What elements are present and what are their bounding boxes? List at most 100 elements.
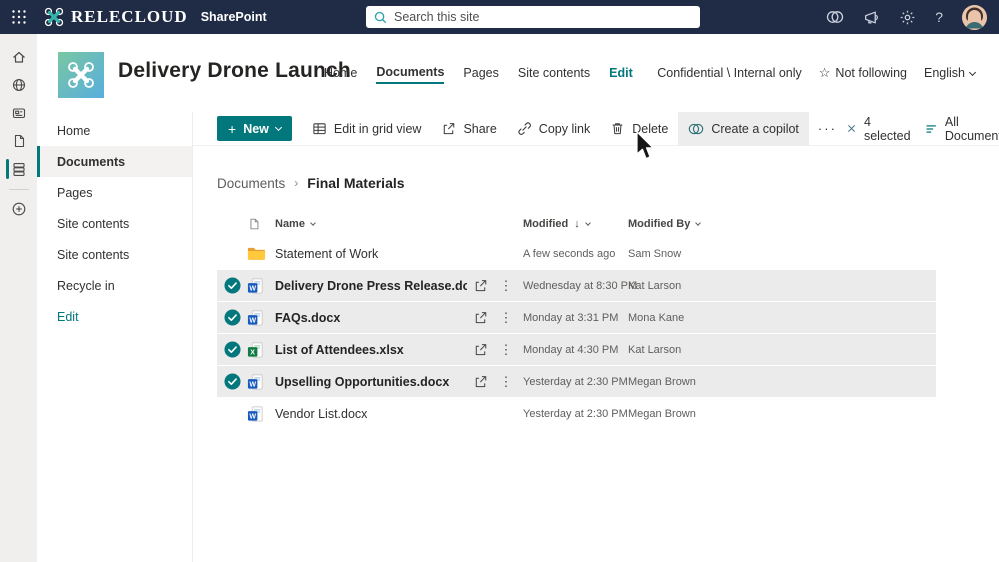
help-icon[interactable]: ? xyxy=(935,9,943,25)
file-name[interactable]: FAQs.docx xyxy=(275,311,340,325)
rail-add-icon[interactable] xyxy=(0,195,37,223)
sidebar-item-documents[interactable]: Documents xyxy=(37,146,192,177)
relecloud-logo[interactable]: RELECLOUD xyxy=(44,7,188,27)
follow-button[interactable]: ☆ Not following xyxy=(819,65,907,81)
action-label: Copy link xyxy=(538,121,591,136)
sidebar-item-site-contents-2[interactable]: Site contents xyxy=(37,239,192,270)
site-nav-site-contents[interactable]: Site contents xyxy=(518,63,590,83)
sidebar-item-home[interactable]: Home xyxy=(37,115,192,146)
word-file-icon: W xyxy=(247,310,263,325)
site-nav-documents[interactable]: Documents xyxy=(376,62,445,84)
sidebar-item-site-contents-1[interactable]: Site contents xyxy=(37,208,192,239)
modified-by: Mona Kane xyxy=(628,311,685,324)
file-name[interactable]: Vendor List.docx xyxy=(275,407,367,421)
column-header-name[interactable]: Name xyxy=(275,218,467,230)
more-actions-icon[interactable]: ⋮ xyxy=(500,279,513,292)
site-nav-home[interactable]: Home xyxy=(324,63,357,83)
share-row-icon[interactable] xyxy=(473,310,488,325)
more-actions-icon[interactable]: ⋮ xyxy=(500,343,513,356)
table-row-file[interactable]: W Vendor List.docx Yesterday at 2:30 PM … xyxy=(217,398,936,429)
site-header: Delivery Drone Launch Home Documents Pag… xyxy=(37,34,999,112)
file-type-column-icon[interactable] xyxy=(247,217,261,231)
link-icon xyxy=(518,122,531,135)
megaphone-icon[interactable] xyxy=(863,9,880,26)
table-row-file[interactable]: X List of Attendees.xlsx ⋮ Monday at 4:3… xyxy=(217,334,936,365)
site-nav-edit[interactable]: Edit xyxy=(609,63,633,83)
file-name[interactable]: Statement of Work xyxy=(275,247,378,261)
more-actions-icon[interactable]: ⋮ xyxy=(500,375,513,388)
rail-pages-icon[interactable] xyxy=(0,127,37,155)
create-copilot-button[interactable]: Create a copilot xyxy=(678,111,809,146)
word-file-icon: W xyxy=(247,278,263,293)
overflow-menu-button[interactable]: ··· xyxy=(809,121,846,136)
selected-check-icon[interactable] xyxy=(223,309,241,326)
search-icon xyxy=(374,11,387,23)
site-nav: Home Documents Pages Site contents Edit xyxy=(324,34,633,112)
app-name: SharePoint xyxy=(200,10,267,24)
selected-check-icon[interactable] xyxy=(223,277,241,294)
file-name[interactable]: Delivery Drone Press Release.docx xyxy=(275,279,467,293)
sidebar-item-edit[interactable]: Edit xyxy=(37,301,192,332)
share-row-icon[interactable] xyxy=(473,342,488,357)
rail-library-icon[interactable] xyxy=(0,155,37,183)
column-header-modified[interactable]: Modified ↓ xyxy=(519,218,624,230)
delete-button[interactable]: Delete xyxy=(600,112,678,146)
app-launcher-waffle-icon[interactable] xyxy=(11,9,27,25)
new-button[interactable]: + New xyxy=(217,116,292,141)
search-box[interactable] xyxy=(366,6,700,28)
column-header-modified-by[interactable]: Modified By xyxy=(624,218,936,230)
breadcrumb-current-folder: Final Materials xyxy=(307,175,405,191)
search-input[interactable] xyxy=(394,10,692,24)
settings-gear-icon[interactable] xyxy=(899,9,916,26)
more-actions-icon[interactable]: ⋮ xyxy=(500,311,513,324)
view-selector[interactable]: All Documents xyxy=(925,115,999,143)
modified-by: Kat Larson xyxy=(628,279,682,292)
modified-date: Monday at 4:30 PM xyxy=(523,343,619,356)
site-nav-pages[interactable]: Pages xyxy=(463,63,498,83)
action-label: Share xyxy=(463,121,497,136)
document-list: Name Modified ↓ Modified By Statement of … xyxy=(217,210,936,430)
chevron-down-icon xyxy=(968,68,977,76)
language-selector[interactable]: English xyxy=(924,66,977,80)
file-name[interactable]: List of Attendees.xlsx xyxy=(275,343,404,357)
selected-check-icon[interactable] xyxy=(223,341,241,358)
sort-descending-icon: ↓ xyxy=(574,218,580,230)
site-sidebar: Home Documents Pages Site contents Site … xyxy=(37,112,193,562)
language-label: English xyxy=(924,66,965,80)
view-label: All Documents xyxy=(944,114,999,143)
selected-check-icon[interactable] xyxy=(223,373,241,390)
copilot-icon[interactable] xyxy=(826,8,844,26)
clear-selection-button[interactable]: 4 selected xyxy=(846,115,913,143)
table-row-file[interactable]: W Upselling Opportunities.docx ⋮ Yesterd… xyxy=(217,366,936,397)
table-row-folder[interactable]: Statement of Work A few seconds ago Sam … xyxy=(217,238,936,269)
file-name[interactable]: Upselling Opportunities.docx xyxy=(275,375,449,389)
rail-news-icon[interactable] xyxy=(0,99,37,127)
rail-home-icon[interactable] xyxy=(0,43,37,71)
rail-divider xyxy=(8,189,29,190)
modified-date: A few seconds ago xyxy=(523,247,616,260)
svg-text:W: W xyxy=(249,380,256,388)
user-avatar[interactable] xyxy=(962,4,987,30)
rail-globe-icon[interactable] xyxy=(0,71,37,99)
sidebar-item-pages[interactable]: Pages xyxy=(37,177,192,208)
share-row-icon[interactable] xyxy=(473,278,488,293)
excel-file-icon: X xyxy=(247,342,263,357)
table-row-file[interactable]: W Delivery Drone Press Release.docx ⋮ We… xyxy=(217,270,936,301)
action-label: Create a copilot xyxy=(711,121,799,136)
chevron-down-icon xyxy=(695,220,702,226)
sensitivity-label: Confidential \ Internal only xyxy=(657,66,802,80)
share-button[interactable]: Share xyxy=(431,112,506,146)
modified-date: Yesterday at 2:30 PM xyxy=(523,375,628,388)
share-icon xyxy=(444,123,455,135)
sidebar-item-recycle-bin[interactable]: Recycle in xyxy=(37,270,192,301)
share-row-icon[interactable] xyxy=(473,374,488,389)
site-logo[interactable] xyxy=(58,52,104,98)
svg-text:W: W xyxy=(249,284,256,292)
copy-link-button[interactable]: Copy link xyxy=(507,112,600,146)
table-row-file[interactable]: W FAQs.docx ⋮ Monday at 3:31 PM Mona Kan… xyxy=(217,302,936,333)
edit-in-grid-view-button[interactable]: Edit in grid view xyxy=(302,112,432,146)
breadcrumb-documents[interactable]: Documents xyxy=(217,176,285,191)
modified-by: Kat Larson xyxy=(628,343,682,356)
drone-site-icon xyxy=(68,62,94,88)
plus-icon: + xyxy=(228,120,237,137)
